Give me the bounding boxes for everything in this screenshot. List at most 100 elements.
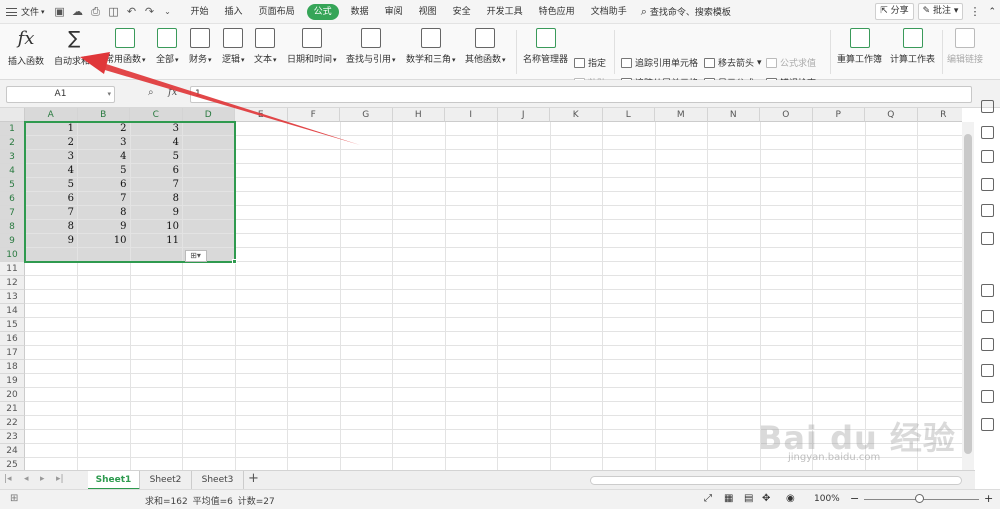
share-button[interactable]: ⇱ 分享: [875, 3, 914, 20]
ribbon-tab-7[interactable]: 安全: [445, 0, 479, 24]
column-header-g[interactable]: G: [340, 108, 393, 122]
row-header-18[interactable]: 18: [0, 360, 25, 374]
read-mode-icon[interactable]: ✥: [762, 493, 770, 504]
first-sheet-icon[interactable]: |◂: [4, 474, 12, 484]
vertical-scrollbar[interactable]: [962, 122, 974, 470]
row-header-3[interactable]: 3: [0, 150, 25, 164]
name-manager-button[interactable]: 名称管理器: [523, 28, 568, 65]
select-all-corner[interactable]: [0, 108, 25, 122]
row-header-25[interactable]: 25: [0, 458, 25, 470]
print-icon[interactable]: ⎙: [87, 5, 105, 19]
sheet-tab-sheet3[interactable]: Sheet3: [192, 471, 244, 490]
horizontal-scrollbar[interactable]: [590, 476, 962, 485]
backup-icon[interactable]: [981, 232, 994, 245]
column-header-d[interactable]: D: [182, 108, 235, 122]
column-header-c[interactable]: C: [130, 108, 183, 122]
ribbon-tab-5[interactable]: 审阅: [377, 0, 411, 24]
row-header-13[interactable]: 13: [0, 290, 25, 304]
common-functions-button[interactable]: 常用函数▾: [105, 28, 146, 65]
zoom-level[interactable]: 100%: [814, 494, 840, 504]
formula-input[interactable]: 1: [190, 86, 972, 103]
row-header-22[interactable]: 22: [0, 416, 25, 430]
ribbon-tab-8[interactable]: 开发工具: [479, 0, 531, 24]
column-header-o[interactable]: O: [760, 108, 813, 122]
command-search[interactable]: ⌕ 查找命令、搜索模板: [641, 5, 731, 19]
scroll-thumb[interactable]: [964, 134, 972, 454]
print-preview-icon[interactable]: ◫: [105, 5, 123, 18]
row-header-5[interactable]: 5: [0, 178, 25, 192]
lookup-button[interactable]: 查找与引用▾: [346, 28, 396, 65]
cloud-save-icon[interactable]: ☁: [69, 5, 87, 18]
table-icon[interactable]: [981, 178, 994, 191]
column-header-m[interactable]: M: [655, 108, 708, 122]
column-header-a[interactable]: A: [25, 108, 78, 122]
chart-icon[interactable]: [981, 310, 994, 323]
comment-button[interactable]: ✎ 批注 ▾: [917, 3, 964, 20]
column-header-e[interactable]: E: [235, 108, 288, 122]
add-sheet-button[interactable]: +: [248, 471, 259, 486]
insert-function-button[interactable]: fx 插入函数: [8, 28, 44, 67]
math-button[interactable]: 数学和三角▾: [406, 28, 456, 65]
location-icon[interactable]: [981, 364, 994, 377]
row-header-7[interactable]: 7: [0, 206, 25, 220]
column-header-k[interactable]: K: [550, 108, 603, 122]
row-header-17[interactable]: 17: [0, 346, 25, 360]
file-menu[interactable]: 文件 ▾: [0, 0, 51, 24]
image-icon[interactable]: [981, 338, 994, 351]
formula-eval-button[interactable]: 公式求值: [766, 56, 816, 69]
save-icon[interactable]: ▣: [51, 5, 69, 18]
edit-links-button[interactable]: 编辑链接: [947, 28, 983, 65]
ribbon-tab-10[interactable]: 文档助手: [583, 0, 635, 24]
undo-icon[interactable]: ↶: [123, 5, 141, 18]
fx-icon[interactable]: fx: [168, 87, 177, 98]
collapse-ribbon-icon[interactable]: ⌃: [988, 7, 996, 17]
specify-button[interactable]: 指定: [574, 56, 606, 69]
logic-button[interactable]: 逻辑▾: [222, 28, 245, 65]
name-box[interactable]: A1 ▾: [6, 86, 115, 103]
zoom-in-icon[interactable]: +: [984, 492, 993, 505]
chevron-down-icon[interactable]: ⌄: [159, 7, 177, 16]
row-header-21[interactable]: 21: [0, 402, 25, 416]
next-sheet-icon[interactable]: ▸: [40, 474, 45, 484]
page-break-view-icon[interactable]: ▤: [744, 493, 753, 504]
selection-range[interactable]: [24, 121, 236, 263]
zoom-search-icon[interactable]: ⌕: [148, 87, 154, 98]
row-header-9[interactable]: 9: [0, 234, 25, 248]
row-header-14[interactable]: 14: [0, 304, 25, 318]
trace-precedents-button[interactable]: 追踪引用单元格: [621, 56, 698, 69]
ribbon-tab-0[interactable]: 开始: [183, 0, 217, 24]
eye-icon[interactable]: ◉: [786, 493, 795, 504]
quick-analysis-icon[interactable]: ⊞▾: [184, 250, 207, 262]
row-header-15[interactable]: 15: [0, 318, 25, 332]
finance-button[interactable]: 财务▾: [189, 28, 212, 65]
ribbon-tab-4[interactable]: 数据: [343, 0, 377, 24]
column-header-f[interactable]: F: [287, 108, 340, 122]
sheet-tab-sheet2[interactable]: Sheet2: [140, 471, 192, 490]
datetime-button[interactable]: 日期和时间▾: [287, 28, 337, 65]
more-icon[interactable]: ⋮: [969, 5, 980, 18]
recalc-workbook-button[interactable]: 重算工作簿: [837, 28, 882, 65]
ribbon-tab-6[interactable]: 视图: [411, 0, 445, 24]
zoom-out-icon[interactable]: −: [850, 492, 859, 505]
column-header-p[interactable]: P: [812, 108, 865, 122]
column-header-n[interactable]: N: [707, 108, 760, 122]
row-header-6[interactable]: 6: [0, 192, 25, 206]
zoom-slider-knob[interactable]: [915, 494, 924, 503]
sheet-tab-sheet1[interactable]: Sheet1: [88, 471, 140, 490]
cursor-icon[interactable]: [981, 100, 994, 113]
fill-handle[interactable]: [232, 259, 237, 264]
fullscreen-icon[interactable]: ⤢: [704, 493, 712, 504]
column-header-j[interactable]: J: [497, 108, 550, 122]
prev-sheet-icon[interactable]: ◂: [24, 474, 29, 484]
ribbon-tab-1[interactable]: 插入: [217, 0, 251, 24]
row-header-1[interactable]: 1: [0, 122, 25, 136]
column-header-q[interactable]: Q: [865, 108, 918, 122]
row-header-11[interactable]: 11: [0, 262, 25, 276]
column-header-b[interactable]: B: [77, 108, 130, 122]
column-header-r[interactable]: R: [917, 108, 962, 122]
row-header-2[interactable]: 2: [0, 136, 25, 150]
column-header-i[interactable]: I: [445, 108, 498, 122]
last-sheet-icon[interactable]: ▸|: [56, 474, 64, 484]
row-header-23[interactable]: 23: [0, 430, 25, 444]
row-header-16[interactable]: 16: [0, 332, 25, 346]
